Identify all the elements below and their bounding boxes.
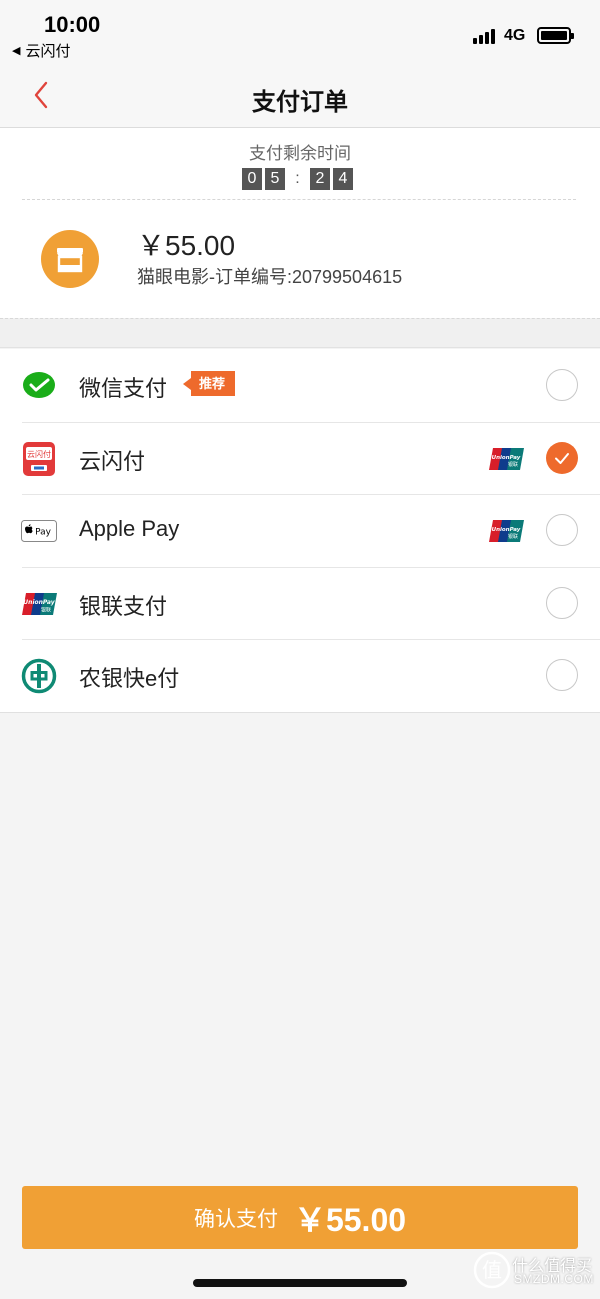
unionpay-card-icon: UnionPay 银联 <box>489 520 524 542</box>
confirm-label: 确认支付 <box>193 1207 278 1231</box>
svg-text:UnionPay: UnionPay <box>23 599 55 606</box>
confirm-amount: ￥55.00 <box>293 1201 407 1238</box>
payment-method-list: 微信支付 推荐 云闪付 云闪付 UnionPay 银联 Pay Apple Pa… <box>0 349 600 713</box>
payment-option-quickpass[interactable]: 云闪付 云闪付 UnionPay 银联 <box>0 421 600 495</box>
payment-option-unionpay[interactable]: UnionPay 银联 银联支付 <box>0 566 600 640</box>
radio-unchecked[interactable] <box>546 586 578 619</box>
quickpass-icon: 云闪付 <box>23 441 55 476</box>
payment-option-applepay[interactable]: Pay Apple Pay UnionPay 银联 <box>0 494 600 567</box>
timer-label: 支付剩余时间 <box>249 144 351 163</box>
timer-digit: 4 <box>333 168 353 190</box>
payment-label: 农银快e付 <box>79 666 180 691</box>
radio-unchecked[interactable] <box>546 659 578 691</box>
wechat-pay-icon <box>23 372 55 398</box>
section-gap <box>0 318 600 348</box>
timer-separator: : <box>295 170 300 187</box>
order-summary: 支付剩余时间 0 5 : 2 4 ￥55.00 猫眼电影-订单编号:207995… <box>0 128 600 318</box>
nav-bar: 支付订单 <box>0 64 600 128</box>
abc-bank-icon <box>21 658 57 694</box>
unionpay-icon: UnionPay 银联 <box>22 592 57 615</box>
recommend-badge: 推荐 <box>183 371 236 396</box>
payment-label: Apple Pay <box>79 516 180 541</box>
network-type: 4G <box>504 27 526 44</box>
svg-text:UnionPay: UnionPay <box>492 455 521 461</box>
divider <box>22 199 576 200</box>
timer-digit: 5 <box>265 168 285 190</box>
payment-option-abc[interactable]: 农银快e付 <box>0 639 600 712</box>
apple-pay-icon: Pay <box>21 520 57 542</box>
order-description: 猫眼电影-订单编号:20799504615 <box>137 267 403 287</box>
svg-text:Pay: Pay <box>35 528 52 538</box>
store-icon <box>41 230 99 288</box>
battery-icon <box>537 27 574 44</box>
timer-digit: 0 <box>242 168 262 190</box>
countdown-timer: 0 5 : 2 4 <box>242 168 356 190</box>
svg-text:UnionPay: UnionPay <box>492 527 521 533</box>
signal-icon <box>473 26 495 44</box>
svg-text:银联: 银联 <box>41 606 51 613</box>
svg-text:值: 值 <box>482 1258 502 1282</box>
order-amount: ￥55.00 <box>137 230 236 261</box>
unionpay-card-icon: UnionPay 银联 <box>489 447 524 470</box>
payment-label: 银联支付 <box>79 593 168 619</box>
payment-option-wechat[interactable]: 微信支付 推荐 <box>0 349 600 422</box>
svg-text:云闪付: 云闪付 <box>27 449 51 459</box>
page-title: 支付订单 <box>252 89 348 116</box>
watermark: 值 什么值得买 SMZDM.COM <box>472 1250 596 1294</box>
home-indicator[interactable] <box>193 1279 407 1287</box>
payment-label: 云闪付 <box>79 448 146 474</box>
svg-text:银联: 银联 <box>508 461 518 468</box>
radio-checked[interactable] <box>546 441 578 474</box>
back-app-label: 云闪付 <box>25 43 71 60</box>
svg-text:银联: 银联 <box>508 533 518 540</box>
check-icon <box>555 452 569 464</box>
watermark-sub: SMZDM.COM <box>514 1272 594 1286</box>
smzdm-logo-icon: 值 <box>473 1251 511 1289</box>
payment-label: 微信支付 <box>79 376 168 401</box>
confirm-pay-button[interactable]: 确认支付 ￥55.00 <box>22 1186 578 1249</box>
radio-unchecked[interactable] <box>546 514 578 546</box>
timer-digit: 2 <box>310 168 330 190</box>
status-time: 10:00 <box>44 12 101 37</box>
status-bar: 10:00 ◀ 云闪付 4G <box>0 0 600 64</box>
back-triangle-icon: ◀ <box>12 45 21 57</box>
radio-unchecked[interactable] <box>546 369 578 401</box>
back-to-app-link[interactable]: ◀ 云闪付 <box>12 40 70 61</box>
